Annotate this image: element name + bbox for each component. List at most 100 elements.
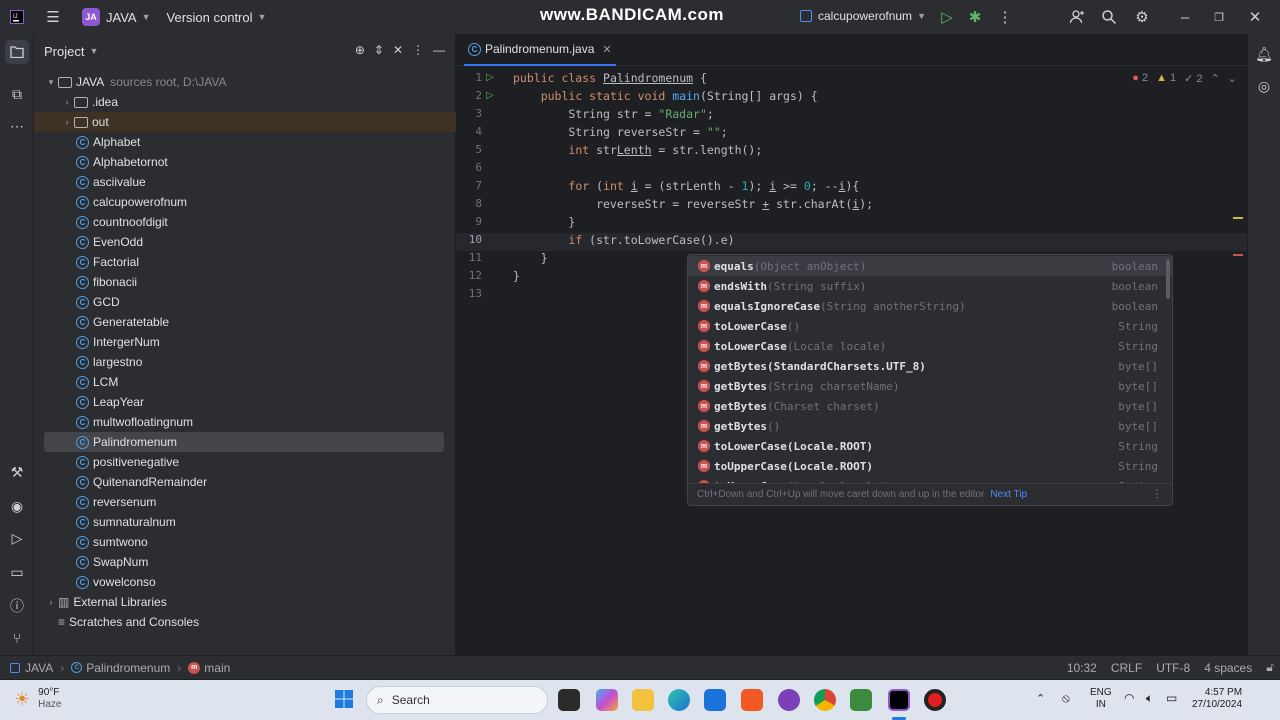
completion-item[interactable]: m getBytes (Charset charset) byte[]: [688, 396, 1172, 416]
run-main-gutter-icon[interactable]: ▷: [486, 90, 494, 101]
debug-icon[interactable]: ✱: [964, 6, 986, 28]
tree-class-calcupowerofnum[interactable]: Ccalcupowerofnum: [34, 192, 456, 212]
completion-item[interactable]: m getBytes(StandardCharsets.UTF_8) byte[]: [688, 356, 1172, 376]
tree-class-intergernum[interactable]: C IntergerNum: [34, 332, 456, 352]
completion-item[interactable]: m toUpperCase(Locale.ROOT) String: [688, 456, 1172, 476]
tree-class-sumtwono[interactable]: Csumtwono: [34, 532, 456, 552]
breadcrumb-method[interactable]: main: [204, 661, 230, 675]
network-status-icon[interactable]: ⦸: [1062, 691, 1070, 706]
tree-scratches[interactable]: ≡ Scratches and Consoles: [34, 612, 456, 632]
code-line-4[interactable]: String reverseStr = "";: [513, 125, 727, 139]
tree-class-alphabetornot[interactable]: C Alphabetornot: [34, 152, 456, 172]
settings-gear-icon[interactable]: ⚙: [1131, 6, 1153, 28]
project-panel-title[interactable]: Project: [44, 44, 84, 59]
file-encoding[interactable]: UTF-8: [1156, 661, 1190, 675]
bandicam-icon[interactable]: [924, 689, 946, 711]
completion-item[interactable]: m toLowerCase() String: [688, 316, 1172, 336]
notifications-bell-icon[interactable]: 🔔︎: [1252, 42, 1276, 66]
wifi-icon[interactable]: ◠: [1124, 691, 1134, 705]
tree-class-multwofloatingnum[interactable]: Cmultwofloatingnum: [34, 412, 456, 432]
tree-class-vowelconso[interactable]: Cvowelconso: [34, 572, 456, 592]
code-line-12[interactable]: }: [513, 269, 520, 283]
code-line-9[interactable]: }: [513, 215, 575, 229]
line-number[interactable]: 13: [456, 287, 482, 300]
inspection-widget[interactable]: ● 2 ▲ 1 ✓ 2 ⌃ ⌄: [1132, 72, 1237, 85]
close-icon[interactable]: ✕: [1244, 6, 1266, 28]
show-hidden-icons[interactable]: ⌃: [1036, 692, 1045, 705]
add-user-icon[interactable]: [1066, 6, 1088, 28]
speaker-icon[interactable]: 🔈︎: [1146, 691, 1153, 706]
battery-icon[interactable]: ▭: [1166, 691, 1177, 705]
clock[interactable]: 4:57 PM 27/10/2024: [1192, 687, 1242, 711]
line-separator[interactable]: CRLF: [1111, 661, 1142, 675]
completion-item[interactable]: m getBytes() byte[]: [688, 416, 1172, 436]
edge-icon[interactable]: [668, 689, 690, 711]
error-stripe-mark[interactable]: [1233, 254, 1243, 256]
chevron-right-icon[interactable]: ›: [60, 117, 74, 127]
tree-class-alphabet[interactable]: C Alphabet: [34, 132, 456, 152]
line-number[interactable]: 3: [456, 107, 482, 120]
tree-class-countnoofdigit[interactable]: Ccountnoofdigit: [34, 212, 456, 232]
line-number[interactable]: 8: [456, 197, 482, 210]
code-line-1[interactable]: public class Palindromenum {: [513, 71, 707, 85]
line-number[interactable]: 12: [456, 269, 482, 282]
chevron-down-icon[interactable]: ⌄: [1228, 72, 1237, 85]
code-line-8[interactable]: reverseStr = reverseStr + str.charAt(i);: [513, 197, 873, 211]
app-icon[interactable]: [850, 689, 872, 711]
line-number[interactable]: 1: [456, 71, 482, 84]
project-switcher[interactable]: JA JAVA ▼: [82, 8, 151, 26]
tree-class-lcm[interactable]: C LCM: [34, 372, 456, 392]
language-indicator[interactable]: ENG IN: [1090, 687, 1112, 711]
tree-class-reversenum[interactable]: Creversenum: [34, 492, 456, 512]
code-line-5[interactable]: int strLenth = str.length();: [513, 143, 762, 157]
completion-item[interactable]: m equals (Object anObject) boolean: [688, 256, 1172, 276]
breadcrumb-class[interactable]: Palindromenum: [86, 661, 170, 675]
store-icon[interactable]: [704, 689, 726, 711]
run-config-selector[interactable]: calcupowerofnum ▼: [800, 9, 926, 23]
line-number[interactable]: 2: [456, 89, 482, 102]
hide-icon[interactable]: —: [433, 43, 445, 57]
expand-all-icon[interactable]: ⇕: [374, 43, 384, 57]
tree-class-positivenegative[interactable]: Cpositivenegative: [34, 452, 456, 472]
line-number[interactable]: 10: [456, 233, 482, 246]
vcs-menu[interactable]: Version control ▼: [167, 10, 267, 25]
more-tools-icon[interactable]: ⋯: [5, 114, 29, 138]
tab-palindromenum[interactable]: C Palindromenum.java ✕: [464, 34, 616, 66]
git-icon[interactable]: ⑂: [5, 626, 29, 650]
minimize-icon[interactable]: –: [1174, 6, 1196, 28]
line-number[interactable]: 9: [456, 215, 482, 228]
code-line-7[interactable]: for (int i = (strLenth - 1); i >= 0; --i…: [513, 179, 859, 193]
line-number[interactable]: 11: [456, 251, 482, 264]
more-actions-icon[interactable]: ⋮: [994, 6, 1016, 28]
completion-item[interactable]: m getBytes (String charsetName) byte[]: [688, 376, 1172, 396]
code-line-10[interactable]: if (str.toLowerCase().e): [513, 233, 734, 247]
run-tool-icon[interactable]: ▷: [5, 526, 29, 550]
close-tab-icon[interactable]: ✕: [602, 43, 611, 56]
tree-class-factorial[interactable]: C Factorial: [34, 252, 456, 272]
indent-setting[interactable]: 4 spaces: [1204, 661, 1252, 675]
file-explorer-icon[interactable]: [632, 689, 654, 711]
code-line-11[interactable]: }: [513, 251, 548, 265]
breadcrumb-project[interactable]: JAVA: [25, 661, 53, 675]
weather-widget[interactable]: ☀ 90°F Haze: [14, 687, 62, 711]
tree-root-java[interactable]: ▾ JAVA sources root, D:\JAVA: [34, 72, 456, 92]
tree-folder-out[interactable]: › out: [34, 112, 456, 132]
tree-class-generatetable[interactable]: C Generatetable: [34, 312, 456, 332]
tree-class-swapnum[interactable]: C SwapNum: [34, 552, 456, 572]
app-icon[interactable]: [778, 689, 800, 711]
next-tip-link[interactable]: Next Tip: [990, 489, 1027, 500]
code-line-2[interactable]: public static void main(String[] args) {: [513, 89, 818, 103]
options-icon[interactable]: ⋮: [412, 43, 424, 57]
caret-position[interactable]: 10:32: [1067, 661, 1097, 675]
ai-assistant-icon[interactable]: ◎: [1252, 74, 1276, 98]
run-class-gutter-icon[interactable]: ▷: [486, 72, 494, 83]
services-icon[interactable]: ◉: [5, 494, 29, 518]
completion-item[interactable]: m toLowerCase (Locale locale) String: [688, 336, 1172, 356]
project-tool-icon[interactable]: [5, 40, 29, 64]
warning-stripe-mark[interactable]: [1233, 217, 1243, 219]
popup-scrollbar[interactable]: [1166, 259, 1170, 299]
completion-item[interactable]: m equalsIgnoreCase (String anotherString) b…: [688, 296, 1172, 316]
windows-start-icon[interactable]: [334, 689, 356, 711]
chevron-right-icon[interactable]: ›: [60, 97, 74, 107]
line-number[interactable]: 5: [456, 143, 482, 156]
